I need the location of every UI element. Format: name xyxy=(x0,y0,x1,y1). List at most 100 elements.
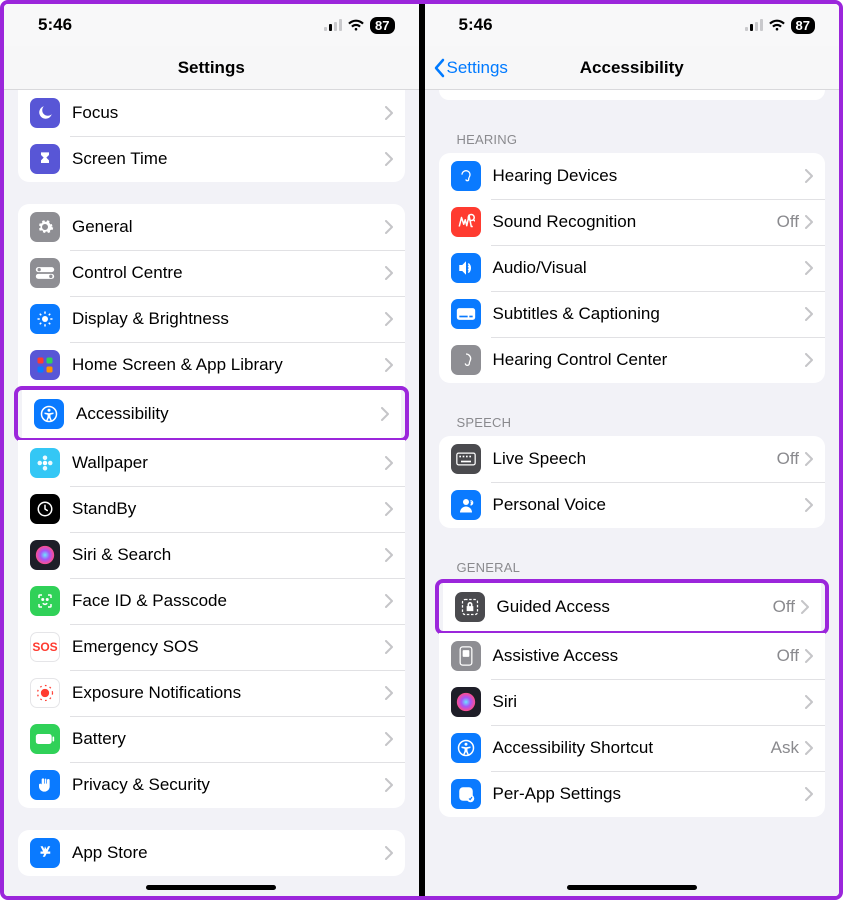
exposure-icon xyxy=(30,678,60,708)
group-speech: Live SpeechOff Personal Voice xyxy=(439,436,826,528)
row-label: Subtitles & Captioning xyxy=(493,304,806,324)
settings-row-display-brightness[interactable]: Display & Brightness xyxy=(18,296,405,342)
chevron-right-icon xyxy=(385,106,393,120)
hand-icon xyxy=(30,770,60,800)
chevron-right-icon xyxy=(805,498,813,512)
person-icon xyxy=(451,490,481,520)
moon-icon xyxy=(30,98,60,128)
row-label: Live Speech xyxy=(493,449,777,469)
row-label: Display & Brightness xyxy=(72,309,385,329)
settings-row-assistive-access[interactable]: Assistive AccessOff xyxy=(439,633,826,679)
battery-icon xyxy=(30,724,60,754)
section-header-speech: Speech xyxy=(425,405,840,436)
row-label: Control Centre xyxy=(72,263,385,283)
settings-row-wallpaper[interactable]: Wallpaper xyxy=(18,440,405,486)
group-hearing: Hearing Devices Sound RecognitionOff Audio… xyxy=(439,153,826,383)
chevron-right-icon xyxy=(805,741,813,755)
back-button[interactable]: Settings xyxy=(433,58,508,78)
settings-row-per-app-settings[interactable]: Per-App Settings xyxy=(439,771,826,817)
settings-row-face-id-passcode[interactable]: Face ID & Passcode xyxy=(18,578,405,624)
row-label: Home Screen & App Library xyxy=(72,355,385,375)
page-title: Settings xyxy=(178,58,245,78)
settings-row-privacy-security[interactable]: Privacy & Security xyxy=(18,762,405,808)
status-bar: 5:46 87 xyxy=(4,4,419,46)
settings-group-general-top: General Control Centre Display & Brightnes… xyxy=(18,204,405,388)
row-detail: Off xyxy=(777,646,799,666)
group-general-rest: Assistive AccessOffSiriAccessibility Sho… xyxy=(439,633,826,817)
settings-row-standby[interactable]: StandBy xyxy=(18,486,405,532)
chevron-right-icon xyxy=(805,353,813,367)
chevron-right-icon xyxy=(385,548,393,562)
settings-row-emergency-sos[interactable]: SOSEmergency SOS xyxy=(18,624,405,670)
row-label: Siri & Search xyxy=(72,545,385,565)
page-title: Accessibility xyxy=(580,58,684,78)
screenshot-right-accessibility: 5:46 87 Settings Accessibility Hearing H… xyxy=(419,4,840,896)
highlight-accessibility: Accessibility xyxy=(14,386,409,442)
partial-row-peek xyxy=(439,90,826,100)
appstore-icon xyxy=(30,838,60,868)
settings-row-live-speech[interactable]: Live SpeechOff xyxy=(439,436,826,482)
chevron-right-icon xyxy=(805,261,813,275)
guided-icon xyxy=(455,592,485,622)
shortcut-icon xyxy=(451,733,481,763)
row-label: Guided Access xyxy=(497,597,773,617)
chevron-right-icon xyxy=(385,312,393,326)
row-detail: Off xyxy=(777,212,799,232)
settings-row-screen-time[interactable]: Screen Time xyxy=(18,136,405,182)
settings-row-exposure-notifications[interactable]: Exposure Notifications xyxy=(18,670,405,716)
settings-row-siri[interactable]: Siri xyxy=(439,679,826,725)
earcc-icon xyxy=(451,345,481,375)
chevron-right-icon xyxy=(805,787,813,801)
settings-row-home-screen-app-library[interactable]: Home Screen & App Library xyxy=(18,342,405,388)
chevron-right-icon xyxy=(805,649,813,663)
settings-row-hearing-control-center[interactable]: Hearing Control Center xyxy=(439,337,826,383)
settings-row-siri-search[interactable]: Siri & Search xyxy=(18,532,405,578)
cellular-icon xyxy=(745,19,763,31)
section-header-hearing: Hearing xyxy=(425,122,840,153)
settings-row-battery[interactable]: Battery xyxy=(18,716,405,762)
row-detail: Ask xyxy=(771,738,799,758)
battery-indicator: 87 xyxy=(791,17,815,34)
settings-row-audio-visual[interactable]: Audio/Visual xyxy=(439,245,826,291)
chevron-right-icon xyxy=(385,502,393,516)
chevron-right-icon xyxy=(385,778,393,792)
row-label: Accessibility Shortcut xyxy=(493,738,771,758)
row-label: StandBy xyxy=(72,499,385,519)
settings-row-general[interactable]: General xyxy=(18,204,405,250)
cellular-icon xyxy=(324,19,342,31)
row-label: Hearing Control Center xyxy=(493,350,806,370)
siri-icon xyxy=(30,540,60,570)
settings-row-accessibility[interactable]: Accessibility xyxy=(22,390,401,438)
accessibility-icon xyxy=(34,399,64,429)
face-icon xyxy=(30,586,60,616)
settings-row-control-centre[interactable]: Control Centre xyxy=(18,250,405,296)
settings-row-sound-recognition[interactable]: Sound RecognitionOff xyxy=(439,199,826,245)
row-label: Hearing Devices xyxy=(493,166,806,186)
toggles-icon xyxy=(30,258,60,288)
cc-icon xyxy=(451,299,481,329)
row-detail: Off xyxy=(777,449,799,469)
chevron-right-icon xyxy=(385,456,393,470)
hourglass-icon xyxy=(30,144,60,174)
nav-bar: Settings xyxy=(4,46,419,90)
settings-row-guided-access[interactable]: Guided AccessOff xyxy=(443,583,822,631)
chevron-right-icon xyxy=(385,686,393,700)
settings-row-personal-voice[interactable]: Personal Voice xyxy=(439,482,826,528)
flower-icon xyxy=(30,448,60,478)
nav-bar: Settings Accessibility xyxy=(425,46,840,90)
settings-row-accessibility-shortcut[interactable]: Accessibility ShortcutAsk xyxy=(439,725,826,771)
wifi-icon xyxy=(347,19,365,31)
chevron-right-icon xyxy=(385,152,393,166)
settings-row-subtitles-captioning[interactable]: Subtitles & Captioning xyxy=(439,291,826,337)
row-detail: Off xyxy=(773,597,795,617)
keyboard-icon xyxy=(451,444,481,474)
screenshot-left-settings: 5:46 87 Settings FocusScreen Time Genera… xyxy=(4,4,419,896)
row-label: Personal Voice xyxy=(493,495,806,515)
status-time: 5:46 xyxy=(38,15,72,35)
row-label: Audio/Visual xyxy=(493,258,806,278)
chevron-right-icon xyxy=(385,732,393,746)
settings-row-hearing-devices[interactable]: Hearing Devices xyxy=(439,153,826,199)
settings-row-app-store[interactable]: App Store xyxy=(18,830,405,876)
settings-row-focus[interactable]: Focus xyxy=(18,90,405,136)
grid-icon xyxy=(30,350,60,380)
